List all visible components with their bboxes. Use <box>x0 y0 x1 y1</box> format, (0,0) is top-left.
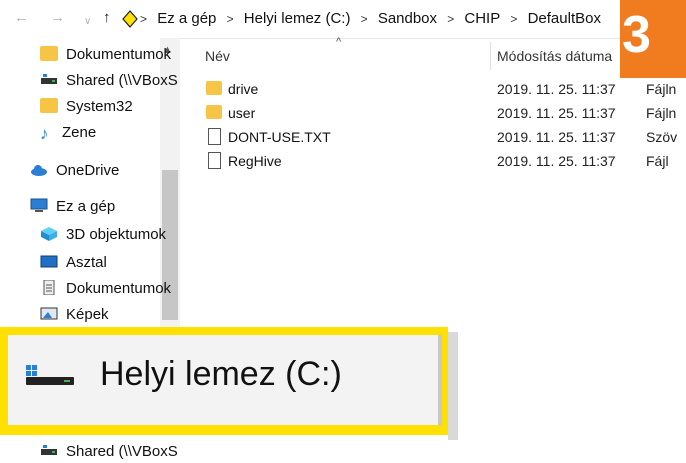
callout-shadow <box>448 332 458 440</box>
sidebar-item-label: Dokumentumok <box>66 280 172 297</box>
breadcrumb-defaultbox[interactable]: DefaultBox <box>528 10 601 27</box>
sidebar-item-label: Ez a gép <box>56 198 116 215</box>
cloud-icon <box>31 165 47 176</box>
sidebar-item-3d-objects[interactable]: 3D objektumok <box>40 224 166 246</box>
sidebar-item-zene[interactable]: ♪ Zene <box>40 122 96 144</box>
sidebar-item-label: Shared (\\VBoxS <box>66 72 178 89</box>
cube-icon <box>41 227 57 241</box>
sidebar-item-this-pc[interactable]: Ez a gép <box>30 196 115 218</box>
sidebar-item-label: System32 <box>66 98 133 115</box>
chevron-right-icon: > <box>360 12 368 26</box>
network-drive-icon <box>41 445 57 455</box>
folder-icon <box>206 105 222 119</box>
sidebar-item-shared-2[interactable]: Shared (\\VBoxS <box>40 441 178 463</box>
file-icon <box>208 152 221 169</box>
sidebar-item-label: 3D objektumok <box>66 226 167 243</box>
breadcrumb-this-pc[interactable]: Ez a gép <box>157 10 216 27</box>
file-name: RegHive <box>228 153 282 169</box>
sidebar-item-shared[interactable]: Shared (\\VBoxS <box>40 70 178 92</box>
sidebar-item-label: Dokumentumok <box>66 46 172 63</box>
sidebar-item-label: Zene <box>62 124 97 141</box>
step-number-badge: 3 <box>620 0 686 78</box>
file-row[interactable]: drive 2019. 11. 25. 11:37 Fájln <box>200 77 686 101</box>
file-type: Fájln <box>646 105 677 121</box>
chevron-right-icon: > <box>510 12 518 26</box>
folder-icon <box>40 46 58 61</box>
file-row[interactable]: DONT-USE.TXT 2019. 11. 25. 11:37 Szöv <box>200 125 686 149</box>
file-row[interactable]: user 2019. 11. 25. 11:37 Fájln <box>200 101 686 125</box>
address-bar: ← → ∨ ↑ > Ez a gép > Helyi lemez (C:) > … <box>0 0 686 39</box>
sidebar-item-label: Képek <box>66 306 109 323</box>
sort-ascending-icon: ^ <box>336 36 342 48</box>
file-type: Fájl <box>646 153 669 169</box>
picture-icon <box>40 307 58 320</box>
column-divider[interactable] <box>490 42 491 70</box>
up-arrow-icon[interactable]: ↑ <box>103 9 111 27</box>
local-disk-icon <box>26 365 74 385</box>
forward-arrow-icon[interactable]: → <box>50 9 65 27</box>
desktop-icon <box>40 255 58 268</box>
document-icon <box>43 280 55 295</box>
sidebar-item-onedrive[interactable]: OneDrive <box>30 160 119 182</box>
sidebar-item-desktop[interactable]: Asztal <box>40 252 107 274</box>
chevron-right-icon: > <box>226 12 234 26</box>
back-arrow-icon[interactable]: ← <box>14 9 29 27</box>
file-date: 2019. 11. 25. 11:37 <box>497 153 616 169</box>
zoomed-local-disk-label: Helyi lemez (C:) <box>100 355 342 393</box>
chevron-right-icon: > <box>140 12 148 26</box>
zoom-callout: Helyi lemez (C:) <box>0 327 448 435</box>
sidebar-item-documents[interactable]: Dokumentumok <box>40 278 171 300</box>
file-type: Szöv <box>646 129 678 145</box>
music-icon: ♪ <box>40 124 49 143</box>
file-row[interactable]: RegHive 2019. 11. 25. 11:37 Fájl <box>200 149 686 173</box>
text-file-icon <box>208 128 221 145</box>
sidebar-item-label: Shared (\\VBoxS <box>66 443 178 460</box>
file-date: 2019. 11. 25. 11:37 <box>497 129 616 145</box>
sidebar-item-label: Asztal <box>66 254 107 271</box>
breadcrumb-sandbox[interactable]: Sandbox <box>378 10 437 27</box>
computer-icon <box>30 198 48 212</box>
column-header-name[interactable]: Név <box>205 40 230 72</box>
file-name: DONT-USE.TXT <box>228 129 331 145</box>
sidebar-item-system32[interactable]: System32 <box>40 96 133 118</box>
sidebar-item-dokumentumok[interactable]: Dokumentumok <box>40 44 171 66</box>
sidebar-item-label: OneDrive <box>56 162 120 179</box>
breadcrumb[interactable]: > Ez a gép > Helyi lemez (C:) > Sandbox … <box>140 9 607 29</box>
breadcrumb-local-disk[interactable]: Helyi lemez (C:) <box>244 10 351 27</box>
recent-locations-chevron-icon[interactable]: ∨ <box>84 13 91 31</box>
sandbox-icon <box>122 10 138 28</box>
folder-icon <box>40 98 58 113</box>
folder-icon <box>206 81 222 95</box>
sidebar-item-pictures[interactable]: Képek <box>40 304 109 326</box>
network-drive-icon <box>41 74 57 84</box>
column-header-modified[interactable]: Módosítás dátuma <box>497 40 612 72</box>
file-name: user <box>228 105 256 121</box>
zoom-callout-inner: Helyi lemez (C:) <box>8 335 442 425</box>
breadcrumb-chip[interactable]: CHIP <box>464 10 500 27</box>
file-name: drive <box>228 81 259 97</box>
file-type: Fájln <box>646 81 677 97</box>
chevron-right-icon: > <box>447 12 455 26</box>
file-date: 2019. 11. 25. 11:37 <box>497 81 616 97</box>
file-date: 2019. 11. 25. 11:37 <box>497 105 616 121</box>
